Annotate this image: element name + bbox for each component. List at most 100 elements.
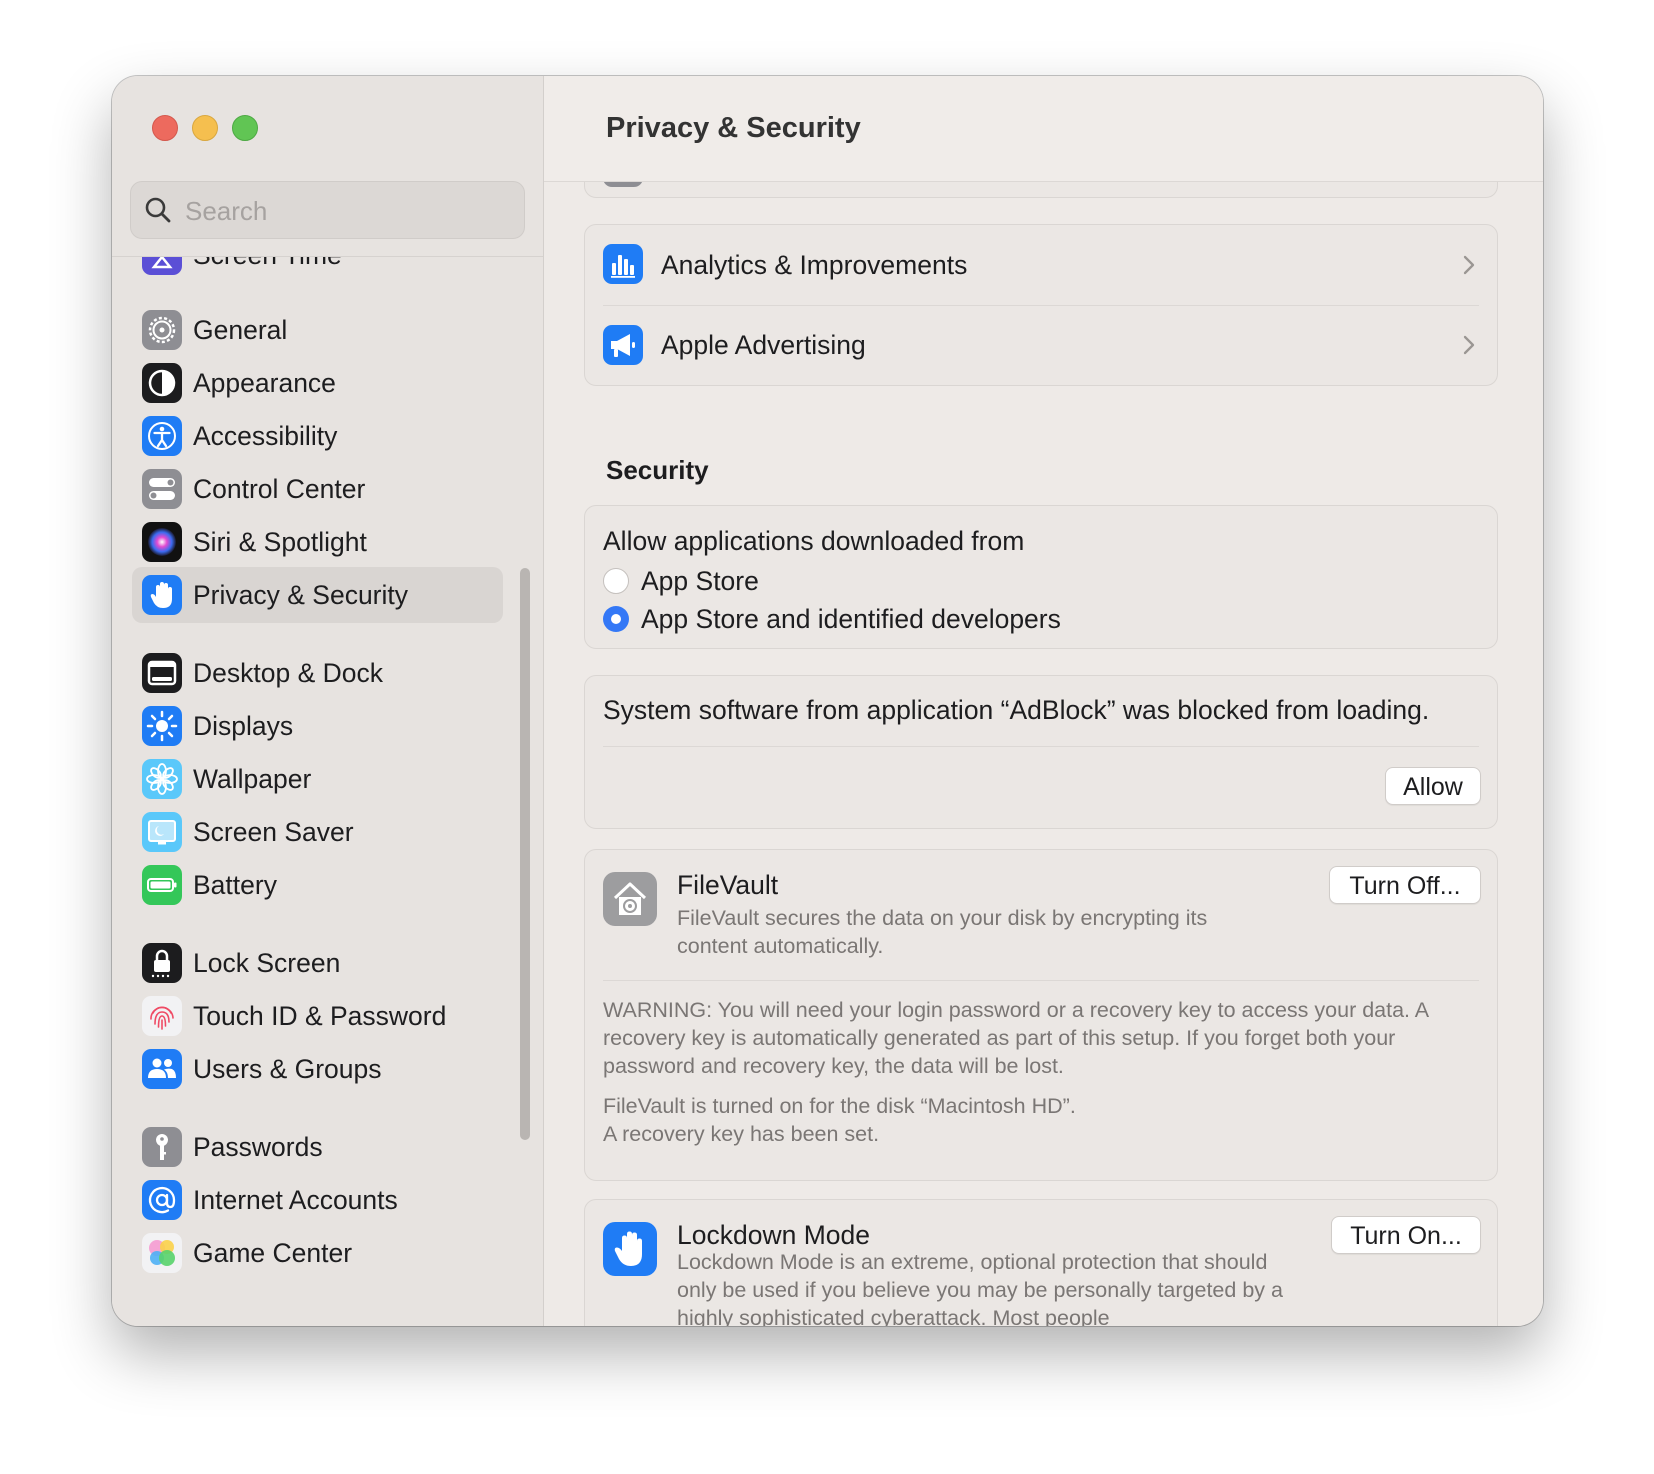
sidebar-item-label: Wallpaper [193,764,312,794]
sidebar-item-label: Game Center [193,1238,353,1268]
sidebar-item-label: Displays [193,711,294,741]
maximize-window-button[interactable] [232,115,258,141]
sidebar-item-appearance[interactable]: Appearance [132,355,503,411]
blocked-software-card: System software from application “AdBloc… [584,675,1498,829]
megaphone-icon [603,325,643,365]
section-title-security: Security [606,455,709,485]
analytics-row[interactable]: Analytics & Improvements [585,225,1497,305]
row-divider [603,980,1479,981]
lockdown-title: Lockdown Mode [677,1220,870,1250]
sidebar: Screen Time General Appearance Accessibi… [112,76,544,1326]
filevault-status: FileVault is turned on for the disk “Mac… [603,1094,1076,1118]
page-title: Privacy & Security [606,112,861,144]
allow-apps-card: Allow applications downloaded from App S… [584,505,1498,649]
advertising-row[interactable]: Apple Advertising [585,305,1497,385]
game-center-icon [142,1233,182,1273]
settings-window: Screen Time General Appearance Accessibi… [112,76,1543,1326]
sidebar-item-label: Siri & Spotlight [193,527,367,557]
sidebar-item-general[interactable]: General [132,302,503,358]
sidebar-item-game-center[interactable]: Game Center [132,1225,503,1281]
sun-icon [142,706,182,746]
allow-button[interactable]: Allow [1385,767,1481,805]
screen-saver-icon [142,812,182,852]
sidebar-item-touch-id[interactable]: Touch ID & Password [132,988,503,1044]
sidebar-item-displays[interactable]: Displays [132,698,503,754]
bar-chart-icon [603,244,643,284]
sidebar-item-control-center[interactable]: Control Center [132,461,503,517]
filevault-card: FileVault FileVault secures the data on … [584,849,1498,1181]
sidebar-item-label: Passwords [193,1132,323,1162]
lockdown-turn-on-button[interactable]: Turn On... [1331,1216,1481,1254]
sidebar-item-lock-screen[interactable]: Lock Screen [132,935,503,991]
close-window-button[interactable] [152,115,178,141]
lockdown-hand-icon [603,1222,657,1276]
sidebar-item-label: Screen Time [193,257,342,283]
privacy-links-card: Analytics & Improvements Apple Advertisi… [584,224,1498,386]
sidebar-item-accessibility[interactable]: Accessibility [132,408,503,464]
search-field[interactable] [130,181,525,240]
chevron-right-icon [1463,255,1475,275]
sidebar-item-privacy-security[interactable]: Privacy & Security [132,567,503,623]
sidebar-item-label: Internet Accounts [193,1185,398,1215]
sidebar-item-wallpaper[interactable]: Wallpaper [132,751,503,807]
sidebar-item-screen-saver[interactable]: Screen Saver [132,804,503,860]
filevault-house-icon [603,872,657,926]
lockdown-description: Lockdown Mode is an extreme, optional pr… [677,1250,1283,1326]
sidebar-item-internet-accounts[interactable]: Internet Accounts [132,1172,503,1228]
filevault-title: FileVault [677,870,779,900]
filevault-description: FileVault secures the data on your disk … [677,906,1208,958]
accessibility-icon [142,416,182,456]
sidebar-item-label: Privacy & Security [193,580,409,610]
sidebar-item-desktop-dock[interactable]: Desktop & Dock [132,645,503,701]
row-divider [603,746,1479,747]
sidebar-item-label: Battery [193,870,277,900]
radio-label: App Store and identified developers [641,604,1061,634]
radio-label: App Store [641,566,759,596]
sidebar-scrollbar[interactable] [520,568,530,1140]
filevault-warning: WARNING: You will need your login passwo… [603,998,1428,1078]
battery-icon [142,865,182,905]
sidebar-item-label: Screen Saver [193,817,354,847]
advertising-label: Apple Advertising [661,330,866,360]
radio-option-app-store[interactable]: App Store [603,564,1203,598]
sidebar-list[interactable]: Screen Time General Appearance Accessibi… [112,256,543,1326]
hand-icon [142,575,182,615]
chevron-right-icon [1463,335,1475,355]
siri-icon [142,522,182,562]
filevault-turn-off-button[interactable]: Turn Off... [1329,866,1481,904]
at-icon [142,1180,182,1220]
toolbar: Privacy & Security [544,76,1543,182]
appearance-icon [142,363,182,403]
filevault-recovery-status: A recovery key has been set. [603,1122,880,1146]
main-pane: Privacy & Security Analytics & Improveme… [544,76,1543,1326]
search-input[interactable] [183,182,507,240]
blocked-message: System software from application “AdBloc… [603,695,1430,725]
radio-option-identified-developers[interactable]: App Store and identified developers [603,602,1203,636]
sidebar-item-label: Lock Screen [193,948,341,978]
analytics-label: Analytics & Improvements [661,250,968,280]
search-icon [145,197,171,223]
sidebar-item-label: Users & Groups [193,1054,382,1084]
key-icon [142,1127,182,1167]
allow-apps-label: Allow applications downloaded from [603,526,1025,556]
control-center-icon [142,469,182,509]
dock-icon [142,653,182,693]
lock-icon [142,943,182,983]
sidebar-item-passwords[interactable]: Passwords [132,1119,503,1175]
gear-icon [142,310,182,350]
sidebar-item-users-groups[interactable]: Users & Groups [132,1041,503,1097]
sidebar-item-siri[interactable]: Siri & Spotlight [132,514,503,570]
sidebar-item-battery[interactable]: Battery [132,857,503,913]
radio-button[interactable] [603,568,629,594]
sidebar-item-label: Control Center [193,474,366,504]
radio-button-selected[interactable] [603,606,629,632]
sidebar-item-label: Accessibility [193,421,338,451]
minimize-window-button[interactable] [192,115,218,141]
users-icon [142,1049,182,1089]
sidebar-item-label: Desktop & Dock [193,658,383,688]
lockdown-card: Lockdown Mode Lockdown Mode is an extrem… [584,1199,1498,1326]
sidebar-item-screen-time[interactable]: Screen Time [132,257,503,283]
sidebar-item-label: Appearance [193,368,336,398]
sidebar-item-label: General [193,315,288,345]
sidebar-item-label: Touch ID & Password [193,1001,447,1031]
